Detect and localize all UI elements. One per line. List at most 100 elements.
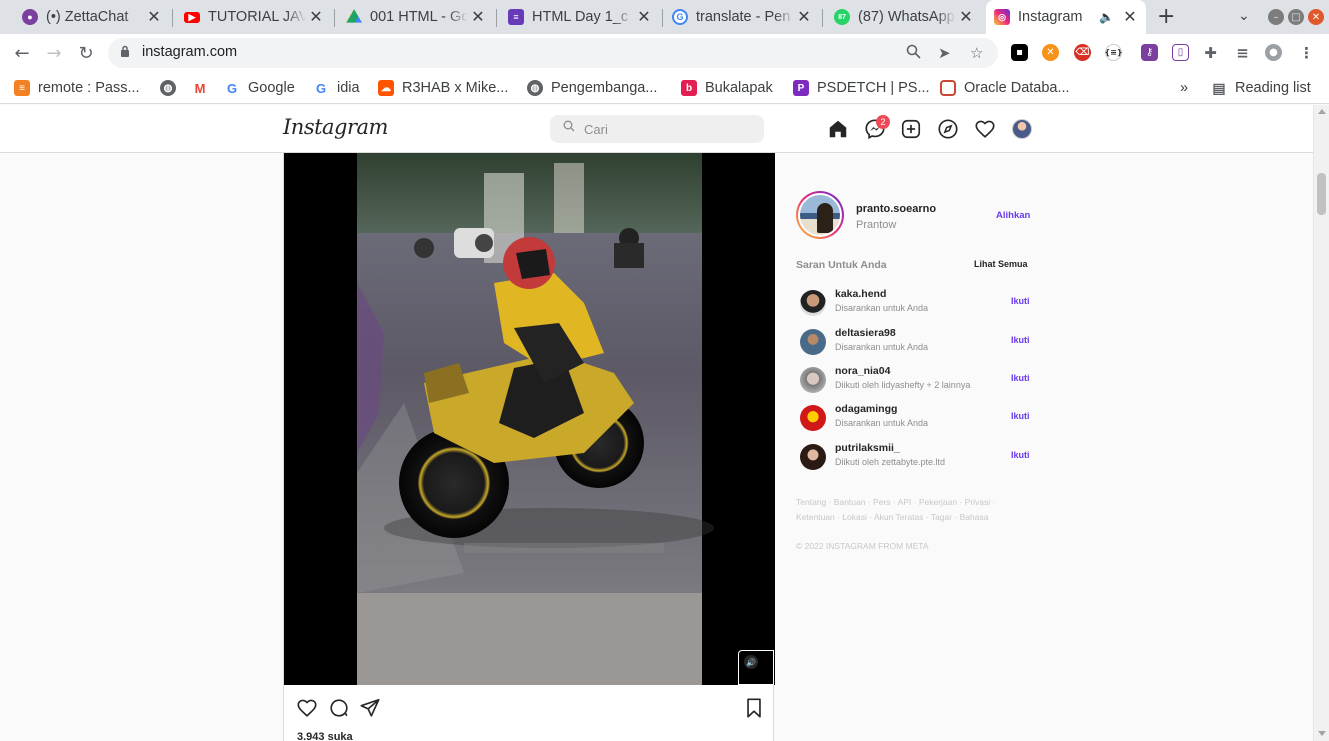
close-icon[interactable]: ✕	[956, 7, 976, 27]
likes-count[interactable]: 3.943 suka	[297, 731, 353, 741]
star-icon[interactable]: ☆	[970, 44, 983, 62]
suggestion-username[interactable]: nora_nia04	[835, 365, 890, 377]
avatar[interactable]	[800, 290, 826, 316]
motorcycle-video-frame	[284, 153, 775, 685]
copyright-text: © 2022 INSTAGRAM FROM META	[796, 541, 929, 551]
scroll-up-icon[interactable]	[1318, 109, 1326, 114]
reload-icon[interactable]: ↻	[73, 40, 99, 66]
suggestion-username[interactable]: kaka.hend	[835, 288, 886, 300]
search-input[interactable]	[584, 119, 754, 139]
bookmark-item[interactable]: P PSDETCH | PS...	[793, 77, 930, 99]
window-close-icon[interactable]: ✕	[1308, 9, 1324, 25]
bookmark-item[interactable]: G idia	[313, 77, 360, 99]
tab-forms[interactable]: ≡ HTML Day 1_c ✕	[500, 0, 660, 34]
suggestion-item: nora_nia04 Diikuti oleh lidyashefty + 2 …	[800, 365, 1032, 395]
lock-icon[interactable]	[120, 45, 130, 60]
scrollbar-thumb[interactable]	[1317, 173, 1326, 215]
bookmark-item[interactable]: ◍ Pengembanga...	[527, 77, 657, 99]
my-username[interactable]: pranto.soearno	[856, 203, 936, 215]
url-text[interactable]: instagram.com	[142, 44, 237, 60]
reading-list-label: Reading list	[1235, 80, 1311, 96]
zoom-icon[interactable]	[906, 44, 921, 63]
profile-avatar[interactable]	[1012, 119, 1032, 139]
follow-button[interactable]: Ikuti	[1011, 450, 1030, 460]
scroll-down-icon[interactable]	[1318, 731, 1326, 736]
close-icon[interactable]: ✕	[144, 7, 164, 27]
minimize-icon[interactable]: –	[1268, 9, 1284, 25]
speaker-icon[interactable]: 🔈	[1099, 10, 1114, 24]
mute-toggle-button[interactable]: 🔊	[738, 650, 774, 685]
bookmark-icon[interactable]	[743, 697, 765, 719]
tab-instagram[interactable]: ◎ Instagram 🔈 ✕	[986, 0, 1146, 34]
tab-translate[interactable]: G translate - Pen ✕	[664, 0, 820, 34]
suggestion-item: kaka.hend Disarankan untuk Anda Ikuti	[800, 288, 1032, 318]
explore-icon[interactable]	[937, 118, 959, 140]
tab-youtube[interactable]: ▶ TUTORIAL JAVA ✕	[176, 0, 332, 34]
chevron-down-icon[interactable]: ⌄	[1238, 8, 1250, 24]
tab-whatsapp[interactable]: 87 (87) WhatsApp ✕	[826, 0, 982, 34]
address-bar[interactable]: instagram.com ➤ ☆	[108, 38, 998, 68]
forward-icon[interactable]: →	[41, 40, 67, 66]
extension-icon[interactable]: ⌫	[1074, 44, 1091, 61]
close-icon[interactable]: ✕	[306, 7, 326, 27]
extension-icon[interactable]: {≡}	[1104, 44, 1123, 61]
bookmark-item[interactable]: ◍	[160, 77, 184, 99]
suggestion-username[interactable]: putrilaksmii_	[835, 442, 900, 454]
bookmark-item[interactable]: ≡ remote : Pass...	[14, 77, 140, 99]
media-control-icon[interactable]: ≡	[1234, 44, 1251, 62]
new-post-icon[interactable]	[900, 118, 922, 140]
puzzle-icon[interactable]: ✚	[1202, 44, 1219, 62]
share-icon[interactable]	[359, 697, 381, 719]
close-icon[interactable]: ✕	[634, 7, 654, 27]
close-icon[interactable]: ✕	[468, 7, 488, 27]
tab-zettachat[interactable]: ● (•) ZettaChat ✕	[14, 0, 170, 34]
comment-icon[interactable]	[328, 697, 350, 719]
tab-drive[interactable]: 001 HTML - Go ✕	[338, 0, 494, 34]
like-icon[interactable]	[296, 697, 318, 719]
menu-icon[interactable]: ⋮	[1298, 44, 1315, 62]
follow-button[interactable]: Ikuti	[1011, 296, 1030, 306]
suggestion-username[interactable]: deltasiera98	[835, 327, 896, 339]
send-icon[interactable]: ➤	[938, 44, 951, 62]
maximize-icon[interactable]: □	[1288, 9, 1304, 25]
extension-icon[interactable]: ▪	[1011, 44, 1028, 61]
bookmark-label: Bukalapak	[705, 80, 773, 96]
soundcloud-icon: ☁	[378, 80, 394, 96]
follow-button[interactable]: Ikuti	[1011, 411, 1030, 421]
reading-list-button[interactable]: ▤ Reading list	[1211, 77, 1311, 99]
footer-links[interactable]: Tentang · Bantuan · Pers · API · Pekerja…	[796, 495, 1028, 525]
page-scrollbar[interactable]	[1313, 105, 1329, 741]
search-box[interactable]	[550, 115, 764, 143]
extension-icon[interactable]: ⚷	[1141, 44, 1158, 61]
search-icon	[563, 120, 575, 136]
bookmark-item[interactable]: G Google	[224, 77, 295, 99]
bookmarks-overflow-button[interactable]: »	[1180, 77, 1188, 99]
bookmark-item[interactable]: Oracle Databa...	[940, 77, 1070, 99]
profile-icon[interactable]: ●	[1265, 44, 1282, 61]
back-icon[interactable]: ←	[9, 40, 35, 66]
close-icon[interactable]: ✕	[794, 7, 814, 27]
avatar[interactable]	[800, 367, 826, 393]
avatar[interactable]	[800, 444, 826, 470]
bookmark-item[interactable]: b Bukalapak	[681, 77, 773, 99]
extension-icon[interactable]: ✕	[1042, 44, 1059, 61]
home-icon[interactable]	[827, 118, 849, 140]
close-icon[interactable]: ✕	[1120, 7, 1140, 27]
see-all-link[interactable]: Lihat Semua	[974, 259, 1028, 269]
heart-icon[interactable]	[974, 118, 996, 140]
bookmark-item[interactable]: M	[192, 77, 216, 99]
follow-button[interactable]: Ikuti	[1011, 335, 1030, 345]
my-avatar[interactable]	[796, 191, 844, 239]
follow-button[interactable]: Ikuti	[1011, 373, 1030, 383]
bookmark-item[interactable]: ☁ R3HAB x Mike...	[378, 77, 508, 99]
post-video[interactable]: 🔊	[284, 153, 775, 685]
avatar[interactable]	[800, 405, 826, 431]
switch-account-button[interactable]: Alihkan	[996, 210, 1030, 221]
instagram-logo[interactable]: Instagram	[283, 115, 388, 139]
avatar[interactable]	[800, 329, 826, 355]
bookmarks-bar: ≡ remote : Pass... ◍ M G Google G idia ☁…	[0, 72, 1329, 104]
suggestion-username[interactable]: odagamingg	[835, 403, 897, 415]
new-tab-button[interactable]: +	[1157, 4, 1175, 29]
extension-icon[interactable]: ▯	[1172, 44, 1189, 61]
tab-strip: ● (•) ZettaChat ✕ ▶ TUTORIAL JAVA ✕ 001 …	[0, 0, 1329, 34]
